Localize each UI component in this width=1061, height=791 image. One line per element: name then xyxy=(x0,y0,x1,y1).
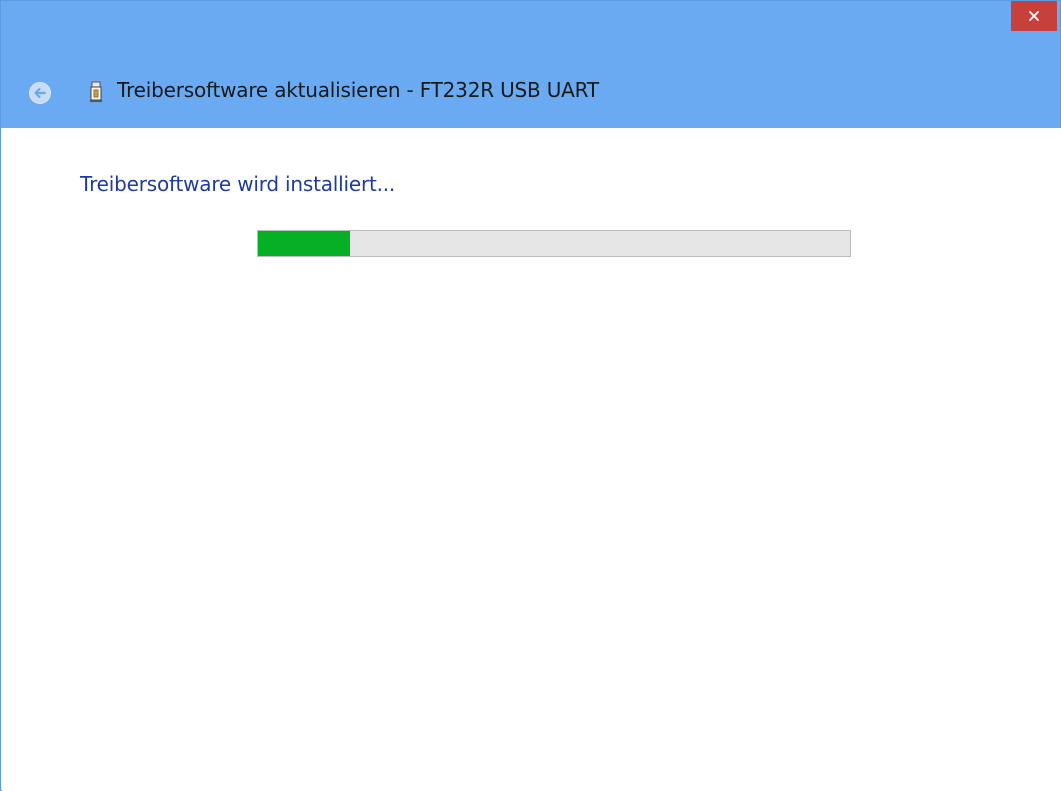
installing-heading: Treibersoftware wird installiert... xyxy=(80,172,396,196)
progress-bar-fill xyxy=(258,231,350,256)
content-area: Treibersoftware wird installiert... xyxy=(2,128,1061,791)
window-title: Treibersoftware aktualisieren - FT232R U… xyxy=(117,78,599,102)
title-bar: Treibersoftware aktualisieren - FT232R U… xyxy=(1,1,1060,128)
close-button[interactable] xyxy=(1011,1,1057,31)
usb-device-icon xyxy=(88,81,104,103)
driver-update-window: Treibersoftware aktualisieren - FT232R U… xyxy=(0,0,1061,791)
back-button[interactable] xyxy=(28,81,52,105)
back-arrow-icon xyxy=(28,82,52,109)
progress-bar xyxy=(257,230,851,257)
close-icon xyxy=(1028,10,1040,22)
